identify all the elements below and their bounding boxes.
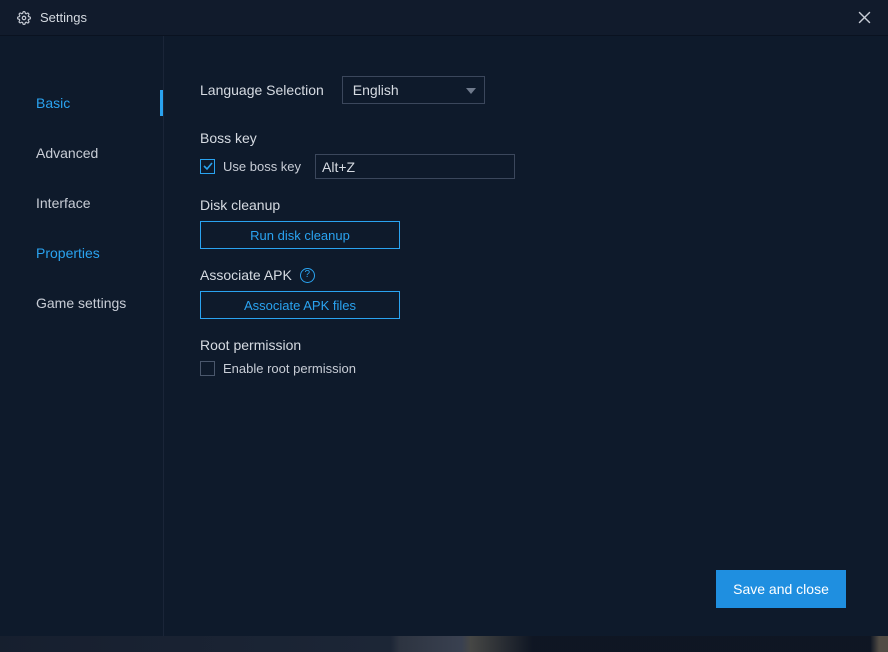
root-permission-section-label: Root permission (200, 337, 888, 353)
background-strip (0, 636, 888, 652)
boss-key-hotkey-input[interactable]: Alt+Z (315, 154, 515, 179)
boss-key-section-label: Boss key (200, 130, 888, 146)
save-and-close-button[interactable]: Save and close (716, 570, 846, 608)
sidebar: Basic Advanced Interface Properties Game… (0, 36, 164, 636)
sidebar-item-label: Basic (36, 95, 70, 111)
enable-root-checkbox[interactable] (200, 361, 215, 376)
save-and-close-label: Save and close (733, 581, 829, 597)
sidebar-item-game-settings[interactable]: Game settings (0, 278, 163, 328)
close-icon (858, 11, 871, 24)
window-title: Settings (40, 10, 850, 25)
boss-key-hotkey-value: Alt+Z (322, 159, 355, 175)
close-button[interactable] (850, 4, 878, 32)
gear-icon (16, 10, 32, 26)
sidebar-item-label: Properties (36, 245, 100, 261)
sidebar-item-interface[interactable]: Interface (0, 178, 163, 228)
sidebar-item-label: Game settings (36, 295, 126, 311)
help-icon[interactable]: ? (300, 268, 315, 283)
use-boss-key-checkbox[interactable] (200, 159, 215, 174)
associate-apk-label: Associate APK files (244, 298, 356, 313)
check-icon (203, 162, 213, 171)
enable-root-label: Enable root permission (223, 361, 356, 376)
sidebar-item-advanced[interactable]: Advanced (0, 128, 163, 178)
chevron-down-icon (466, 88, 476, 94)
titlebar: Settings (0, 0, 888, 36)
language-label: Language Selection (200, 82, 324, 98)
disk-cleanup-section-label: Disk cleanup (200, 197, 888, 213)
sidebar-item-label: Advanced (36, 145, 98, 161)
use-boss-key-label: Use boss key (223, 159, 301, 174)
language-select-value: English (353, 82, 399, 98)
sidebar-item-properties[interactable]: Properties (0, 228, 163, 278)
associate-apk-section-label: Associate APK ? (200, 267, 888, 283)
sidebar-item-basic[interactable]: Basic (0, 78, 163, 128)
language-select[interactable]: English (342, 76, 485, 104)
sidebar-item-label: Interface (36, 195, 90, 211)
run-disk-cleanup-button[interactable]: Run disk cleanup (200, 221, 400, 249)
associate-apk-text: Associate APK (200, 267, 292, 283)
associate-apk-button[interactable]: Associate APK files (200, 291, 400, 319)
run-disk-cleanup-label: Run disk cleanup (250, 228, 350, 243)
main-panel: Language Selection English Boss key Use … (164, 36, 888, 636)
